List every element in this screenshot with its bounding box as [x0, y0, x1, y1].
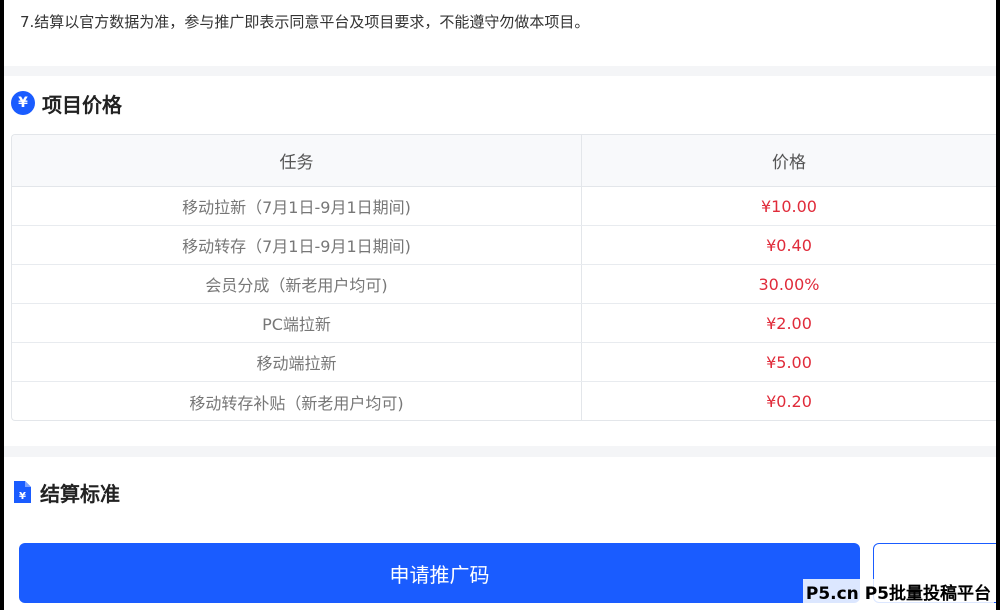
- price-table: 任务 价格 移动拉新（7月1日-9月1日期间) ¥10.00 移动转存（7月1日…: [11, 134, 996, 421]
- table-row: 移动端拉新 ¥5.00: [12, 343, 996, 382]
- price-section-title: 项目价格: [42, 92, 122, 117]
- price-cell: ¥10.00: [761, 196, 817, 216]
- header-task: 任务: [12, 135, 582, 186]
- task-cell: PC端拉新: [12, 304, 582, 342]
- yen-icon: ¥: [11, 91, 35, 115]
- task-cell: 移动转存（7月1日-9月1日期间): [12, 226, 582, 264]
- task-cell: 移动端拉新: [12, 343, 582, 381]
- price-cell: ¥2.00: [766, 313, 812, 333]
- price-cell: ¥0.40: [766, 235, 812, 255]
- table-header-row: 任务 价格: [12, 135, 996, 187]
- price-section-header: ¥ 项目价格: [11, 89, 122, 117]
- task-cell: 移动转存补贴（新老用户均可): [12, 382, 582, 420]
- table-row: 移动转存补贴（新老用户均可) ¥0.20: [12, 382, 996, 420]
- notice-text: 7.结算以官方数据为准，参与推广即表示同意平台及项目要求，不能遵守勿做本项目。: [20, 13, 590, 31]
- watermark: P5.cn P5批量投稿平台: [802, 579, 994, 604]
- table-row: 移动拉新（7月1日-9月1日期间) ¥10.00: [12, 187, 996, 226]
- notice-card: 7.结算以官方数据为准，参与推广即表示同意平台及项目要求，不能遵守勿做本项目。: [4, 0, 996, 66]
- price-cell: 30.00%: [758, 274, 820, 294]
- document-icon: ¥: [14, 481, 31, 503]
- price-cell: ¥5.00: [766, 352, 812, 372]
- price-section: ¥ 项目价格 任务 价格 移动拉新（7月1日-9月1日期间) ¥10.00 移动…: [4, 76, 996, 446]
- svg-text:¥: ¥: [19, 491, 26, 502]
- table-row: 移动转存（7月1日-9月1日期间) ¥0.40: [12, 226, 996, 265]
- settle-section: ¥ 结算标准: [4, 457, 996, 532]
- settle-section-header: ¥ 结算标准: [11, 478, 120, 506]
- app-frame: 7.结算以官方数据为准，参与推广即表示同意平台及项目要求，不能遵守勿做本项目。 …: [4, 0, 996, 610]
- table-row: PC端拉新 ¥2.00: [12, 304, 996, 343]
- settle-section-title: 结算标准: [40, 481, 120, 506]
- price-cell: ¥0.20: [766, 392, 812, 411]
- task-cell: 移动拉新（7月1日-9月1日期间): [12, 187, 582, 225]
- header-price: 价格: [772, 153, 806, 173]
- apply-promo-code-button[interactable]: 申请推广码: [19, 543, 860, 603]
- table-row: 会员分成（新老用户均可) 30.00%: [12, 265, 996, 304]
- task-cell: 会员分成（新老用户均可): [12, 265, 582, 303]
